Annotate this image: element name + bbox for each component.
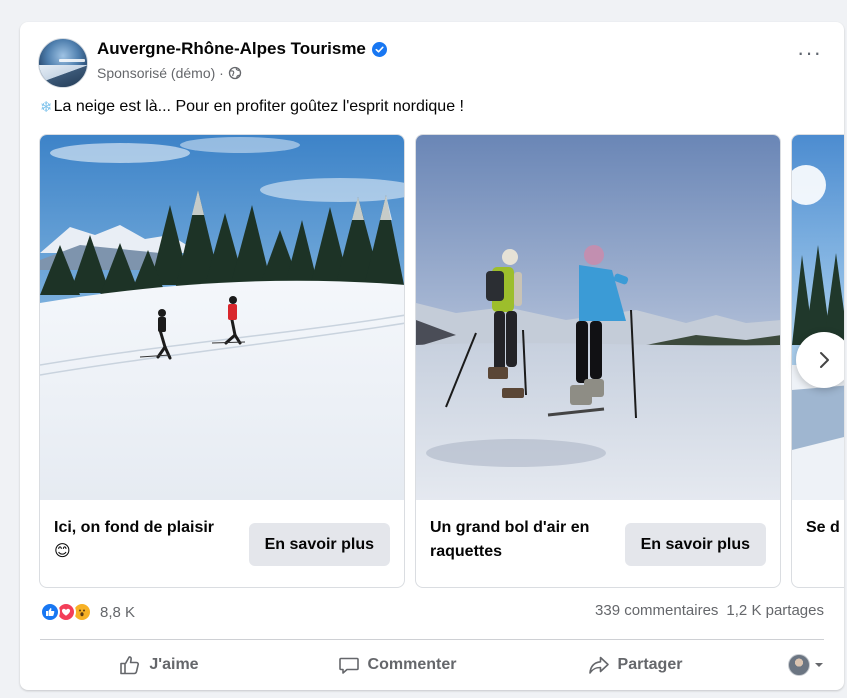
share-icon (588, 656, 609, 674)
caption-text: La neige est là... Pour en profiter goût… (53, 98, 464, 115)
reactions-summary[interactable]: 8,8 K (40, 602, 135, 622)
share-button[interactable]: Partager (516, 647, 754, 683)
comment-button[interactable]: Commenter (278, 647, 516, 683)
actions-divider (40, 639, 824, 640)
post-as-selector[interactable] (754, 647, 824, 683)
page-name[interactable]: Auvergne-Rhône-Alpes Tourisme (97, 39, 366, 59)
verified-badge-icon (371, 41, 387, 57)
sponsored-post-card: Auvergne-Rhône-Alpes Tourisme Sponsorisé… (20, 22, 844, 690)
carousel-card[interactable]: Ici, on fond de plaisir 😊 En savoir plus (39, 134, 405, 588)
learn-more-button[interactable]: En savoir plus (248, 523, 390, 566)
comments-count[interactable]: 339 commentaires (595, 602, 718, 619)
comment-icon (338, 657, 359, 674)
share-label: Partager (617, 656, 683, 673)
chevron-right-icon (820, 352, 829, 368)
like-button[interactable]: J'aime (40, 647, 278, 683)
learn-more-button[interactable]: En savoir plus (624, 523, 766, 566)
snowshoe-hikers-photo[interactable] (416, 135, 780, 500)
carousel-card-footer: Ici, on fond de plaisir 😊 En savoir plus (40, 500, 404, 587)
post-caption: ❄ La neige est là... Pour en profiter go… (40, 98, 464, 116)
page-avatar[interactable] (38, 38, 88, 88)
reaction-count: 8,8 K (100, 603, 136, 621)
cross-country-skiers-photo[interactable] (40, 135, 404, 500)
thumbs-up-icon (120, 656, 140, 675)
carousel-card-title[interactable]: Se d rythi (806, 516, 844, 540)
snowy-forest-photo[interactable] (792, 135, 844, 500)
user-avatar (788, 654, 810, 676)
carousel: Ici, on fond de plaisir 😊 En savoir plus (39, 134, 844, 588)
page-name-row: Auvergne-Rhône-Alpes Tourisme (97, 39, 387, 59)
carousel-card-footer: Se d rythi (792, 500, 844, 587)
carousel-card-footer: Un grand bol d'air en raquettes En savoi… (416, 500, 780, 587)
sponsored-label[interactable]: Sponsorisé (démo) · (97, 65, 224, 81)
engagement-counts: 339 commentaires 1,2 K partages (595, 602, 824, 619)
globe-icon (228, 66, 241, 80)
carousel-card-title[interactable]: Un grand bol d'air en raquettes (430, 516, 600, 564)
post-actions-bar: J'aime Commenter Partager (40, 644, 824, 686)
carousel-next-button[interactable] (796, 332, 844, 388)
comment-label: Commenter (367, 656, 457, 673)
like-icon (40, 602, 60, 622)
more-options-button[interactable]: ··· (797, 42, 822, 64)
carousel-card-title[interactable]: Ici, on fond de plaisir 😊 (54, 516, 224, 564)
carousel-card[interactable]: Un grand bol d'air en raquettes En savoi… (415, 134, 781, 588)
shares-count[interactable]: 1,2 K partages (726, 602, 824, 619)
snowflake-icon: ❄ (40, 99, 53, 116)
caret-down-icon (815, 663, 823, 667)
like-label: J'aime (149, 656, 199, 673)
post-meta: Sponsorisé (démo) · (97, 65, 242, 81)
